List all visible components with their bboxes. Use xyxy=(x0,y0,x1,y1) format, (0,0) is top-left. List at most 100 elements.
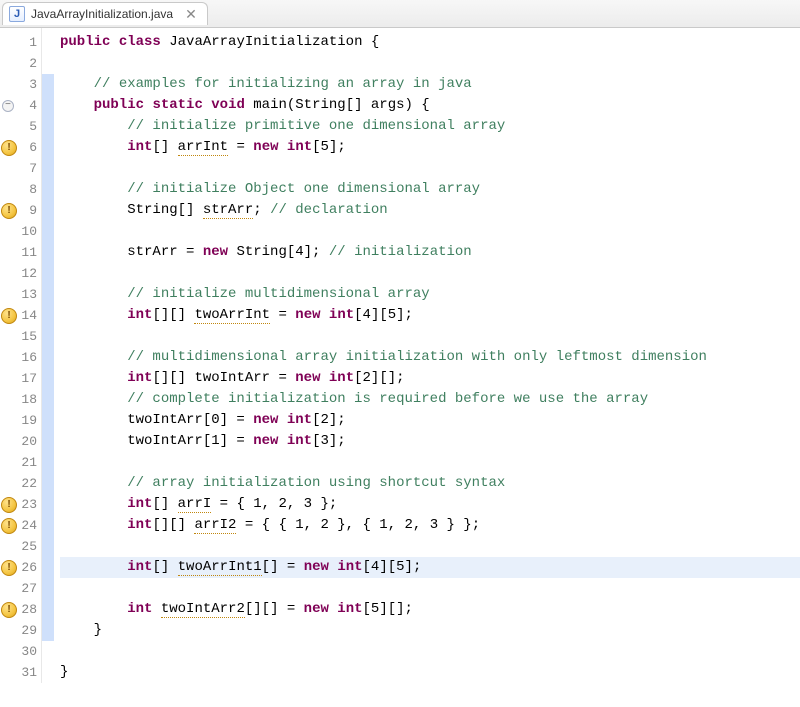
line-number: 15 xyxy=(0,326,41,347)
code-line[interactable] xyxy=(60,263,800,284)
code-area[interactable]: public class JavaArrayInitialization { /… xyxy=(54,28,800,683)
coverage-cell xyxy=(42,368,54,389)
coverage-cell xyxy=(42,242,54,263)
line-number: 11 xyxy=(0,242,41,263)
line-number: 27 xyxy=(0,578,41,599)
line-number: 21 xyxy=(0,452,41,473)
line-number: 5 xyxy=(0,116,41,137)
line-number: 12 xyxy=(0,263,41,284)
coverage-cell xyxy=(42,32,54,53)
coverage-cell xyxy=(42,620,54,641)
code-editor[interactable]: 1234−56789101112131415161718192021222324… xyxy=(0,28,800,683)
line-number: 16 xyxy=(0,347,41,368)
code-line[interactable]: // complete initialization is required b… xyxy=(60,389,800,410)
coverage-cell xyxy=(42,536,54,557)
code-line[interactable]: twoIntArr[0] = new int[2]; xyxy=(60,410,800,431)
coverage-cell xyxy=(42,179,54,200)
line-number: 14 xyxy=(0,305,41,326)
code-line[interactable]: } xyxy=(60,662,800,683)
code-line[interactable]: } xyxy=(60,620,800,641)
line-number: 7 xyxy=(0,158,41,179)
code-line[interactable]: int twoIntArr2[][] = new int[5][]; xyxy=(60,599,800,620)
code-line[interactable] xyxy=(60,326,800,347)
coverage-cell xyxy=(42,74,54,95)
coverage-cell xyxy=(42,263,54,284)
code-line[interactable] xyxy=(60,452,800,473)
code-line[interactable]: strArr = new String[4]; // initializatio… xyxy=(60,242,800,263)
line-number: 1 xyxy=(0,32,41,53)
editor-tab-bar: J JavaArrayInitialization.java ✕ xyxy=(0,0,800,28)
code-line[interactable]: int[] arrI = { 1, 2, 3 }; xyxy=(60,494,800,515)
coverage-cell xyxy=(42,557,54,578)
line-number: 6 xyxy=(0,137,41,158)
coverage-cell xyxy=(42,410,54,431)
code-line[interactable]: int[] arrInt = new int[5]; xyxy=(60,137,800,158)
coverage-cell xyxy=(42,158,54,179)
code-line[interactable]: // initialize multidimensional array xyxy=(60,284,800,305)
code-line[interactable] xyxy=(60,641,800,662)
line-number: 8 xyxy=(0,179,41,200)
line-number: 22 xyxy=(0,473,41,494)
line-number: 29 xyxy=(0,620,41,641)
code-line[interactable]: String[] strArr; // declaration xyxy=(60,200,800,221)
close-icon[interactable]: ✕ xyxy=(185,7,197,21)
line-number: 31 xyxy=(0,662,41,683)
line-number: 24 xyxy=(0,515,41,536)
fold-icon[interactable]: − xyxy=(2,100,14,112)
line-number: 23 xyxy=(0,494,41,515)
line-number: 3 xyxy=(0,74,41,95)
coverage-cell xyxy=(42,494,54,515)
coverage-cell xyxy=(42,53,54,74)
line-number: 18 xyxy=(0,389,41,410)
coverage-cell xyxy=(42,200,54,221)
coverage-cell xyxy=(42,431,54,452)
coverage-cell xyxy=(42,515,54,536)
line-number: 9 xyxy=(0,200,41,221)
code-line[interactable] xyxy=(60,158,800,179)
code-line[interactable]: public class JavaArrayInitialization { xyxy=(60,32,800,53)
java-file-icon: J xyxy=(9,6,25,22)
line-number: 4− xyxy=(0,95,41,116)
code-line[interactable]: int[][] twoArrInt = new int[4][5]; xyxy=(60,305,800,326)
coverage-cell xyxy=(42,347,54,368)
coverage-cell xyxy=(42,95,54,116)
coverage-cell xyxy=(42,578,54,599)
line-number-gutter: 1234−56789101112131415161718192021222324… xyxy=(0,28,42,683)
code-line[interactable]: // examples for initializing an array in… xyxy=(60,74,800,95)
coverage-cell xyxy=(42,452,54,473)
tab-filename: JavaArrayInitialization.java xyxy=(31,7,173,21)
coverage-cell xyxy=(42,599,54,620)
line-number: 19 xyxy=(0,410,41,431)
code-line[interactable]: // initialize Object one dimensional arr… xyxy=(60,179,800,200)
code-line[interactable] xyxy=(60,536,800,557)
code-line[interactable]: twoIntArr[1] = new int[3]; xyxy=(60,431,800,452)
editor-tab[interactable]: J JavaArrayInitialization.java ✕ xyxy=(2,2,208,25)
coverage-cell xyxy=(42,137,54,158)
coverage-cell xyxy=(42,221,54,242)
coverage-cell xyxy=(42,662,54,683)
code-line[interactable]: int[] twoArrInt1[] = new int[4][5]; xyxy=(60,557,800,578)
line-number: 28 xyxy=(0,599,41,620)
coverage-cell xyxy=(42,305,54,326)
coverage-cell xyxy=(42,473,54,494)
coverage-cell xyxy=(42,641,54,662)
line-number: 26 xyxy=(0,557,41,578)
code-line[interactable] xyxy=(60,53,800,74)
code-line[interactable]: int[][] twoIntArr = new int[2][]; xyxy=(60,368,800,389)
code-line[interactable] xyxy=(60,578,800,599)
coverage-cell xyxy=(42,116,54,137)
line-number: 17 xyxy=(0,368,41,389)
line-number: 10 xyxy=(0,221,41,242)
code-line[interactable]: public static void main(String[] args) { xyxy=(60,95,800,116)
line-number: 30 xyxy=(0,641,41,662)
coverage-ruler xyxy=(42,28,54,683)
code-line[interactable]: // initialize primitive one dimensional … xyxy=(60,116,800,137)
code-line[interactable] xyxy=(60,221,800,242)
code-line[interactable]: // array initialization using shortcut s… xyxy=(60,473,800,494)
code-line[interactable]: int[][] arrI2 = { { 1, 2 }, { 1, 2, 3 } … xyxy=(60,515,800,536)
coverage-cell xyxy=(42,389,54,410)
line-number: 13 xyxy=(0,284,41,305)
line-number: 25 xyxy=(0,536,41,557)
code-line[interactable]: // multidimensional array initialization… xyxy=(60,347,800,368)
line-number: 2 xyxy=(0,53,41,74)
